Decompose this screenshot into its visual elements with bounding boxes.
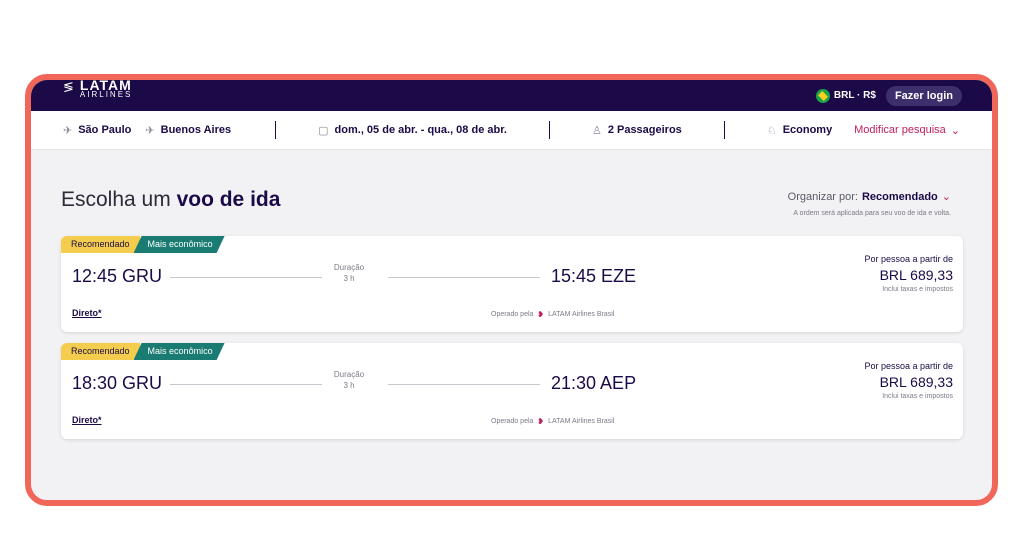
modify-search-button[interactable]: Modificar pesquisa ⌄ [854, 124, 960, 137]
latam-small-logo-icon: ❥ [537, 310, 545, 319]
chevron-down-icon: ⌄ [941, 191, 951, 203]
destination-label: Buenos Aires [160, 124, 232, 136]
sort-note: A ordem será aplicada para seu voo de id… [793, 210, 951, 217]
dates-field[interactable]: ▢ dom., 05 de abr. - qua., 08 de abr. [318, 124, 507, 137]
price-label: Por pessoa a partir de [864, 254, 953, 264]
operator-name: LATAM Airlines Brasil [548, 418, 615, 425]
login-button[interactable]: Fazer login [885, 85, 962, 106]
logo-sub: AIRLINES [79, 89, 133, 99]
duration: Duração 3 h [331, 370, 367, 390]
app-frame: ≶ LATAM AIRLINES BRL · R$ Fazer login ✈ … [25, 74, 998, 506]
flight-card[interactable]: Recomendado Mais econômico 18:30 GRU Dur… [61, 343, 963, 439]
route-line [170, 384, 322, 385]
currency-label: BRL · R$ [833, 90, 876, 101]
flight-card[interactable]: Recomendado Mais econômico 12:45 GRU Dur… [61, 236, 963, 332]
duration: Duração 3 h [331, 263, 367, 283]
origin-field[interactable]: ✈ São Paulo [63, 124, 131, 137]
title-prefix: Escolha um [61, 188, 171, 211]
route-line [170, 277, 322, 278]
duration-label: Duração [333, 370, 365, 379]
operator-name: LATAM Airlines Brasil [548, 311, 615, 318]
duration-label: Duração [333, 263, 365, 272]
divider [275, 121, 277, 139]
departure-time: 18:30 GRU [72, 373, 163, 393]
person-icon: ♙ [591, 124, 602, 137]
price-value: BRL 689,33 [879, 267, 953, 283]
direct-flight-link[interactable]: Direto* [72, 308, 102, 318]
price-value: BRL 689,33 [879, 374, 953, 390]
direct-flight-link[interactable]: Direto* [72, 415, 102, 425]
sort-value: Recomendado [861, 190, 938, 203]
divider [548, 121, 550, 139]
takeoff-icon: ✈ [63, 124, 73, 137]
origin-label: São Paulo [78, 124, 132, 136]
destination-field[interactable]: ✈ Buenos Aires [145, 124, 231, 137]
modify-search-label: Modificar pesquisa [854, 124, 946, 136]
latam-wing-icon: ≶ [63, 78, 74, 94]
brazil-flag-icon [815, 88, 830, 103]
recommended-badge: Recomendado [61, 236, 140, 253]
price-note: Inclui taxas e impostos [882, 393, 953, 400]
cabin-field[interactable]: ♘ Economy [767, 124, 832, 137]
dates-label: dom., 05 de abr. - qua., 08 de abr. [334, 124, 507, 136]
cheapest-badge: Mais econômico [134, 343, 225, 360]
arrival-time: 15:45 EZE [551, 266, 637, 286]
sort-label: Organizar por: [787, 190, 858, 203]
latam-small-logo-icon: ❥ [537, 417, 545, 426]
cabin-label: Economy [782, 124, 833, 136]
route-line [388, 277, 540, 278]
title-bold: voo de ida [176, 188, 281, 211]
price-note: Inclui taxas e impostos [882, 286, 953, 293]
page-title: Escolha um voo de ida [61, 188, 280, 212]
calendar-icon: ▢ [318, 124, 329, 137]
price-block[interactable]: Por pessoa a partir de BRL 689,33 Inclui… [864, 361, 953, 400]
search-summary-bar: ✈ São Paulo ✈ Buenos Aires ▢ dom., 05 de… [31, 111, 992, 150]
sort-control[interactable]: Organizar por: Recomendado ⌄ A ordem ser… [787, 190, 951, 218]
route-line [388, 384, 540, 385]
operated-by: Operado pela ❥ LATAM Airlines Brasil [491, 417, 614, 426]
chevron-down-icon: ⌄ [950, 124, 960, 137]
operated-label: Operado pela [491, 311, 534, 318]
departure-time: 12:45 GRU [72, 266, 163, 286]
currency-selector[interactable]: BRL · R$ [815, 88, 876, 103]
price-block[interactable]: Por pessoa a partir de BRL 689,33 Inclui… [864, 254, 953, 293]
landing-icon: ✈ [145, 124, 155, 137]
operated-label: Operado pela [491, 418, 534, 425]
top-navigation: ≶ LATAM AIRLINES BRL · R$ Fazer login [31, 80, 992, 111]
divider [723, 121, 725, 139]
results-area: Escolha um voo de ida Organizar por: Rec… [31, 150, 992, 500]
arrival-time: 21:30 AEP [551, 373, 637, 393]
logo-brand: LATAM [79, 76, 132, 93]
passengers-label: 2 Passageiros [607, 124, 682, 136]
duration-value: 3 h [343, 381, 355, 390]
seat-icon: ♘ [766, 124, 777, 137]
duration-value: 3 h [343, 274, 355, 283]
price-label: Por pessoa a partir de [864, 361, 953, 371]
recommended-badge: Recomendado [61, 343, 140, 360]
operated-by: Operado pela ❥ LATAM Airlines Brasil [491, 310, 614, 319]
latam-logo[interactable]: ≶ LATAM AIRLINES [63, 80, 132, 100]
cheapest-badge: Mais econômico [134, 236, 225, 253]
passengers-field[interactable]: ♙ 2 Passageiros [592, 124, 682, 137]
